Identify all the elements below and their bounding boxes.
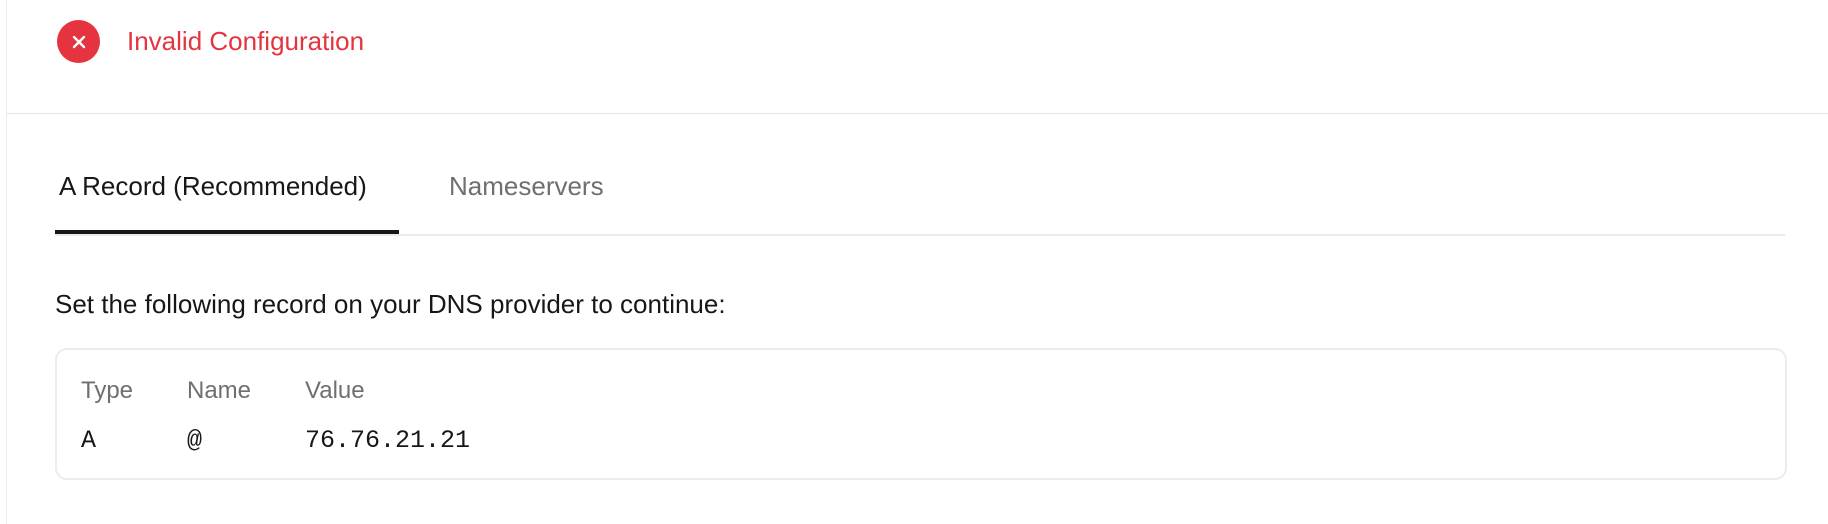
close-icon xyxy=(57,20,100,63)
status-header: Invalid Configuration xyxy=(7,0,1828,114)
tab-a-record[interactable]: A Record (Recommended) xyxy=(55,150,399,234)
record-name-value: @ xyxy=(187,426,203,455)
instruction-text: Set the following record on your DNS pro… xyxy=(55,289,726,319)
tab-nameservers[interactable]: Nameservers xyxy=(449,150,604,234)
domain-config-panel: Invalid Configuration A Record (Recommen… xyxy=(6,0,1828,524)
record-value-value[interactable]: 76.76.21.21 xyxy=(305,424,470,458)
column-header-type: Type xyxy=(81,377,134,404)
record-type-value: A xyxy=(81,426,97,455)
status-text: Invalid Configuration xyxy=(127,26,365,56)
record-tabs: A Record (Recommended) Nameservers xyxy=(55,150,1785,236)
column-header-name: Name xyxy=(187,377,252,404)
column-header-value: Value xyxy=(305,377,365,404)
dns-record-table: Type Name Value A @ 76.76.21.21 xyxy=(55,348,1787,480)
